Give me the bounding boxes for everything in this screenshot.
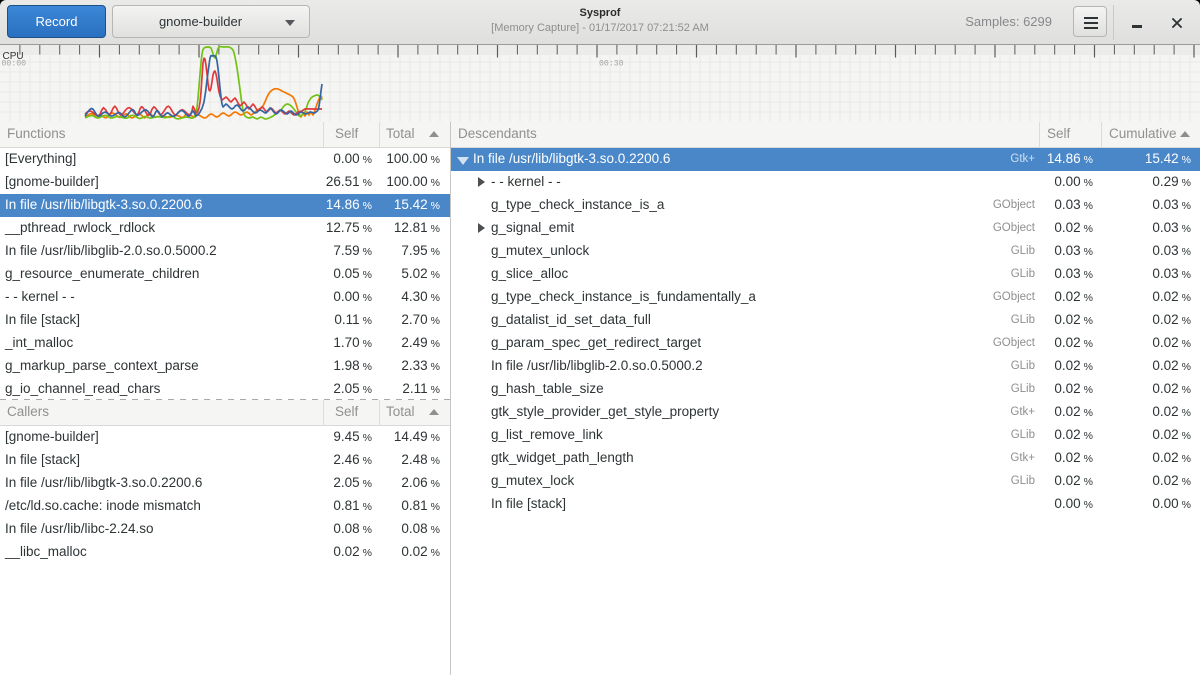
- svg-text:00:00: 00:00: [2, 60, 27, 69]
- svg-text:00:30: 00:30: [599, 60, 624, 69]
